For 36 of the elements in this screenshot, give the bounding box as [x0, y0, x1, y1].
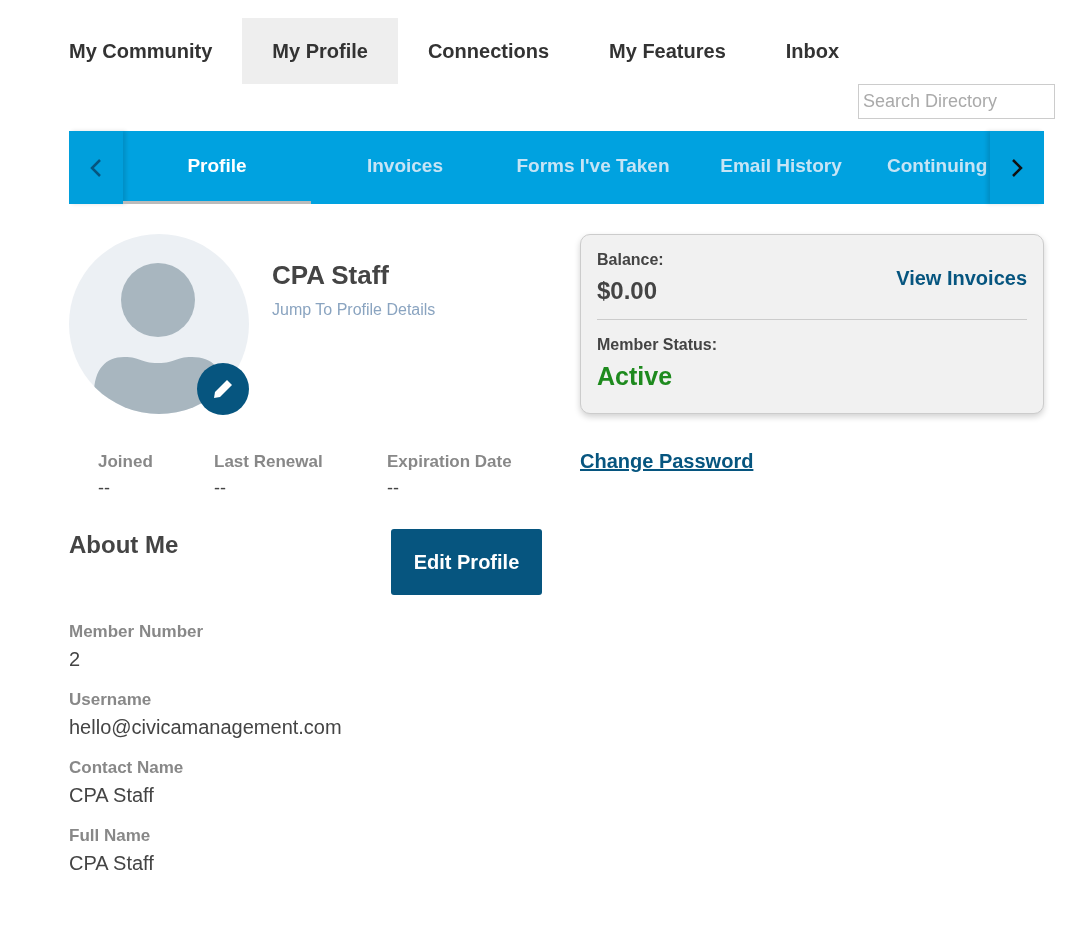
scroll-right-button[interactable] — [990, 131, 1044, 204]
date-label: Joined — [98, 452, 154, 472]
field-value: CPA Staff — [69, 784, 155, 807]
section-title: About Me — [69, 530, 180, 560]
nav-tab[interactable]: My Features — [579, 18, 756, 84]
nav-tab[interactable]: Connections — [397, 18, 580, 84]
nav-tab[interactable]: My Profile — [242, 18, 398, 84]
scroll-left-button[interactable] — [69, 131, 123, 204]
member-name: CPA Staff — [272, 260, 390, 291]
status-label: Member Status: — [597, 336, 719, 354]
date-value: -- — [98, 478, 111, 499]
chevron-right-icon — [1011, 157, 1023, 178]
pencil-icon — [212, 378, 234, 400]
edit-photo-button[interactable] — [197, 363, 249, 415]
field-label: Full Name — [69, 826, 152, 846]
chevron-left-icon — [90, 157, 102, 178]
change-password-link[interactable]: Change Password — [580, 450, 754, 473]
avatar-silhouette-icon — [69, 234, 249, 414]
balance-amount: $0.00 — [597, 277, 659, 305]
field-label: Contact Name — [69, 758, 185, 778]
edit-profile-button[interactable]: Edit Profile — [391, 529, 542, 595]
member-status: Active — [597, 362, 674, 391]
field-label: Member Number — [69, 622, 205, 642]
nav-tab[interactable]: My Community — [69, 18, 243, 84]
balance-label: Balance: — [597, 251, 664, 269]
view-invoices-link[interactable]: View Invoices — [896, 266, 1027, 290]
field-label: Username — [69, 690, 153, 710]
date-label: Last Renewal — [214, 452, 324, 472]
date-value: -- — [214, 478, 227, 499]
field-value: 2 — [69, 648, 82, 671]
date-value: -- — [387, 478, 400, 499]
search-field[interactable]: Search Directory — [858, 84, 1055, 119]
field-value: CPA Staff — [69, 852, 155, 875]
nav-tab[interactable]: Inbox — [755, 18, 870, 84]
field-value: hello@civicamanagement.com — [69, 716, 343, 739]
date-label: Expiration Date — [387, 452, 513, 472]
